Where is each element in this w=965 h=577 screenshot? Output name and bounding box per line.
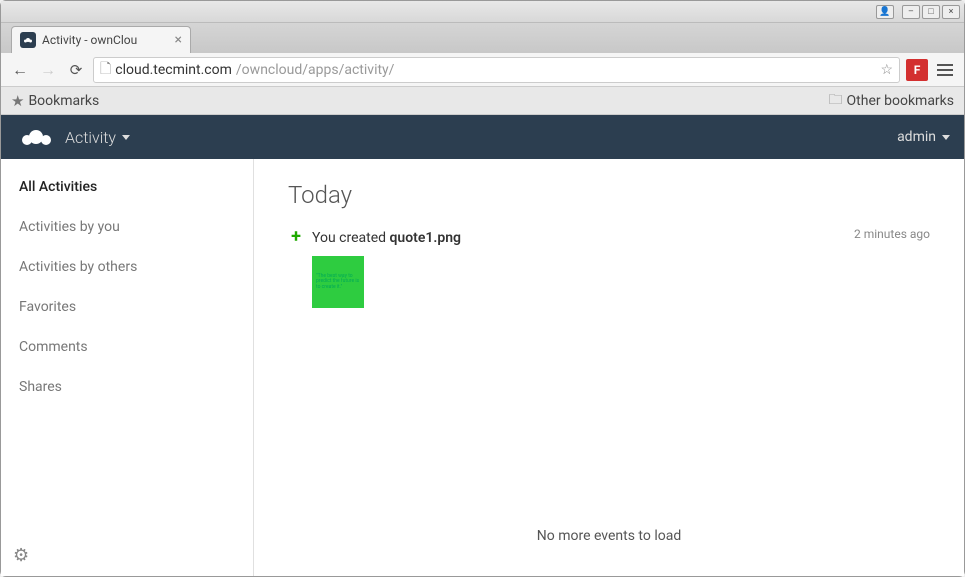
tab-title: Activity - ownClou — [42, 33, 137, 47]
bookmark-star-icon[interactable]: ☆ — [880, 62, 893, 78]
owncloud-favicon — [20, 32, 36, 48]
url-path: /owncloud/apps/activity/ — [236, 62, 395, 78]
sidebar-item-activities-by-others[interactable]: Activities by others — [1, 247, 253, 287]
main-area: All Activities Activities by you Activit… — [1, 159, 964, 576]
os-minimize-button[interactable]: – — [902, 5, 920, 19]
caret-down-icon — [942, 135, 950, 140]
content-panel: Today + You created quote1.png 2 minutes… — [254, 159, 964, 576]
tab-close-icon[interactable]: × — [175, 32, 182, 48]
browser-tab[interactable]: Activity - ownClou × — [11, 26, 191, 53]
sidebar-item-activities-by-you[interactable]: Activities by you — [1, 207, 253, 247]
bookmarks-label[interactable]: Bookmarks — [28, 93, 99, 109]
star-icon: ★ — [11, 92, 24, 110]
browser-toolbar: ← → ⟳ 🗋 cloud.tecmint.com/owncloud/apps/… — [1, 53, 964, 87]
activity-body: You created quote1.png — [312, 227, 846, 246]
settings-gear-icon[interactable]: ⚙ — [13, 545, 29, 566]
owncloud-logo[interactable] — [15, 125, 59, 149]
browser-tab-strip: Activity - ownClou × — [1, 23, 964, 53]
sidebar-item-favorites[interactable]: Favorites — [1, 287, 253, 327]
url-domain: cloud.tecmint.com — [115, 62, 232, 78]
reload-button[interactable]: ⟳ — [65, 59, 87, 81]
forward-button[interactable]: → — [37, 59, 59, 81]
activity-filename[interactable]: quote1.png — [390, 230, 462, 246]
sidebar: All Activities Activities by you Activit… — [1, 159, 254, 576]
back-button[interactable]: ← — [9, 59, 31, 81]
os-close-button[interactable]: × — [942, 5, 960, 19]
flipboard-extension-icon[interactable]: F — [906, 59, 928, 81]
sidebar-item-shares[interactable]: Shares — [1, 367, 253, 407]
caret-down-icon — [122, 135, 130, 140]
app-header: Activity admin — [1, 115, 964, 159]
url-bar[interactable]: 🗋 cloud.tecmint.com/owncloud/apps/activi… — [93, 57, 900, 83]
os-user-button[interactable]: 👤 — [876, 5, 894, 19]
folder-icon: 🗀 — [829, 89, 843, 113]
user-menu[interactable]: admin — [897, 129, 950, 145]
file-thumbnail[interactable]: "The best way to predict the future is t… — [312, 256, 364, 308]
os-maximize-button[interactable]: □ — [922, 5, 940, 19]
other-bookmarks[interactable]: 🗀 Other bookmarks — [829, 89, 954, 113]
user-label: admin — [897, 129, 936, 145]
activity-row: + You created quote1.png 2 minutes ago — [288, 227, 930, 246]
sidebar-item-all-activities[interactable]: All Activities — [1, 167, 253, 207]
page-icon: 🗋 — [100, 58, 111, 82]
app-title-label: Activity — [65, 128, 116, 147]
activity-text: You created quote1.png — [312, 230, 461, 246]
app-title-dropdown[interactable]: Activity — [65, 128, 130, 147]
plus-icon: + — [288, 228, 304, 244]
activity-prefix: You created — [312, 230, 390, 246]
other-bookmarks-label: Other bookmarks — [847, 93, 954, 109]
sidebar-item-comments[interactable]: Comments — [1, 327, 253, 367]
bookmarks-bar: ★ Bookmarks 🗀 Other bookmarks — [1, 87, 964, 115]
activity-time: 2 minutes ago — [854, 227, 930, 241]
day-heading: Today — [288, 181, 930, 209]
os-titlebar: 👤 – □ × — [1, 1, 964, 23]
no-more-events-text: No more events to load — [288, 528, 930, 544]
browser-menu-button[interactable] — [934, 59, 956, 81]
